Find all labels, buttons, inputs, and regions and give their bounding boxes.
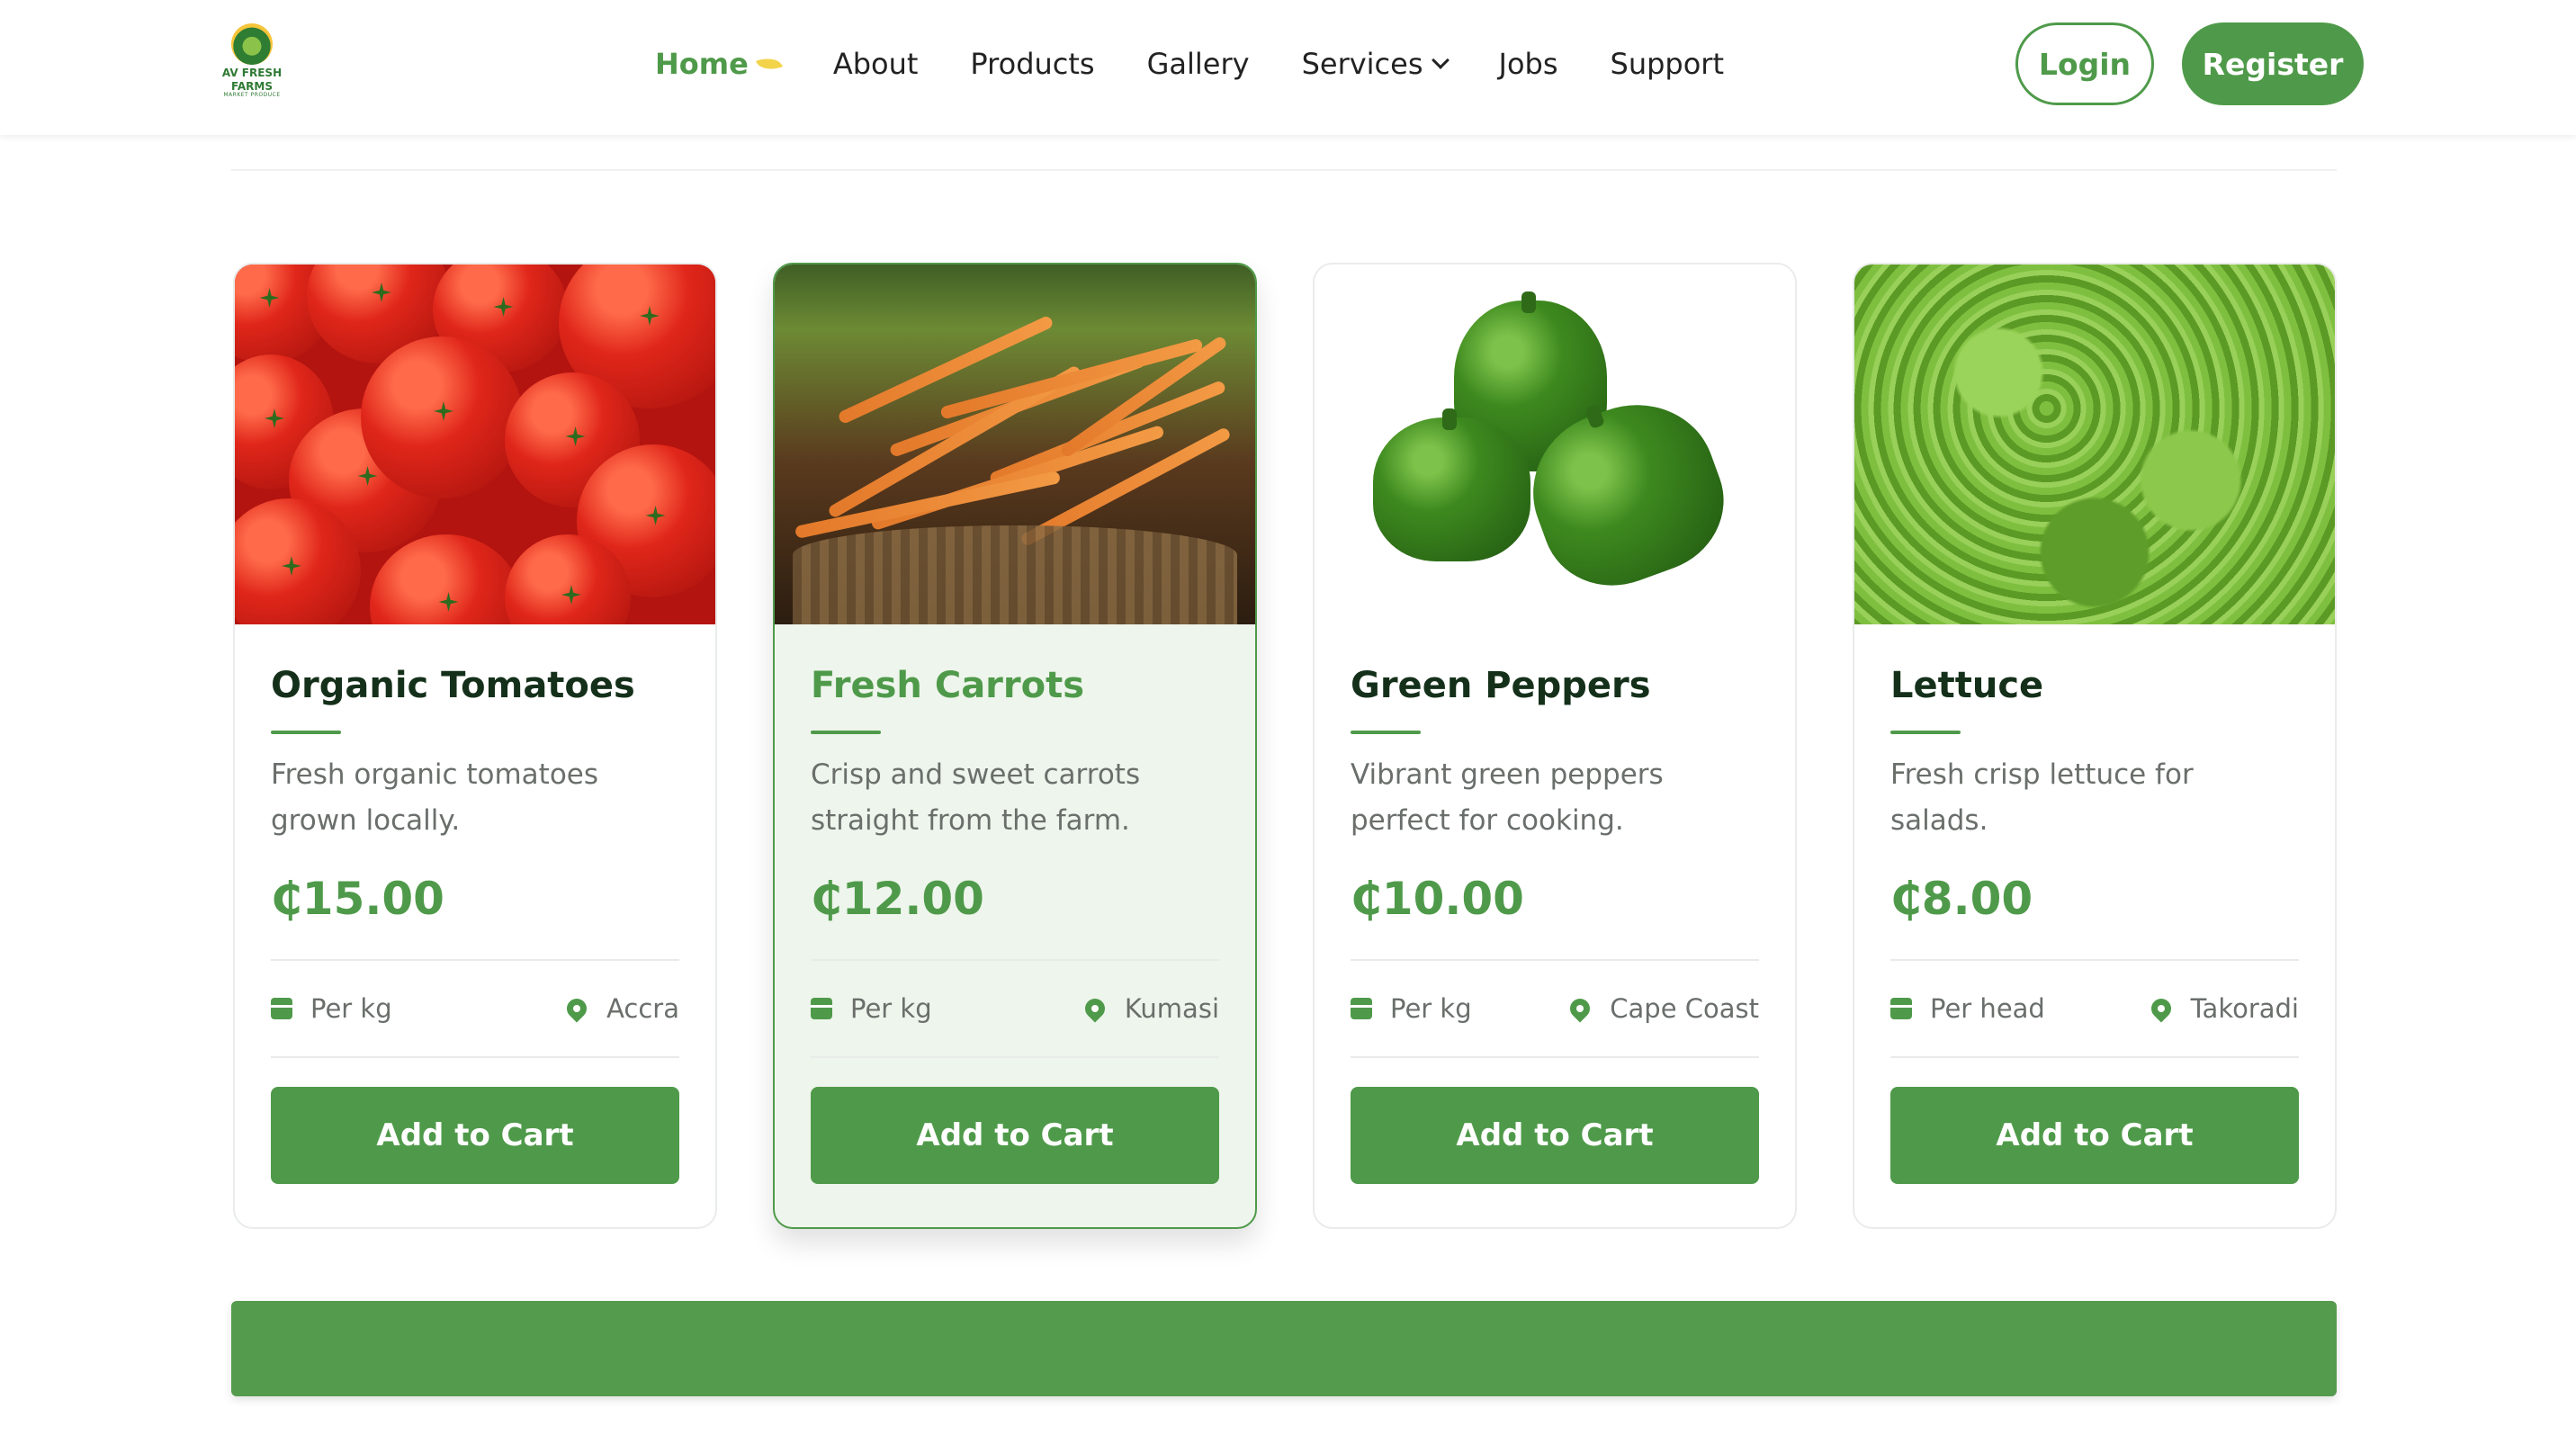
calendar-icon bbox=[271, 998, 292, 1019]
product-title: Organic Tomatoes bbox=[271, 665, 635, 706]
product-unit: Per head bbox=[1930, 993, 2045, 1024]
chevron-down-icon bbox=[1431, 51, 1450, 69]
product-price: ₵12.00 bbox=[811, 873, 984, 925]
product-description: Fresh organic tomatoes grown locally. bbox=[271, 758, 599, 837]
product-image-peppers bbox=[1315, 265, 1795, 624]
product-location: Kumasi bbox=[1124, 993, 1219, 1024]
title-underline bbox=[1351, 731, 1421, 734]
calendar-icon bbox=[1890, 998, 1912, 1019]
add-to-cart-button[interactable]: Add to Cart bbox=[811, 1087, 1219, 1184]
title-underline bbox=[271, 731, 341, 734]
logo-emblem-icon bbox=[231, 23, 273, 65]
product-description: Crisp and sweet carrots straight from th… bbox=[811, 758, 1141, 837]
nav-jobs[interactable]: Jobs bbox=[1499, 47, 1558, 81]
product-description: Vibrant green peppers perfect for cookin… bbox=[1351, 758, 1664, 837]
brand-logo[interactable]: AV FRESH FARMS MARKET PRODUCE bbox=[216, 23, 288, 101]
product-card-tomatoes[interactable]: Organic Tomatoes Fresh organic tomatoes … bbox=[233, 263, 717, 1229]
product-image-tomatoes bbox=[235, 265, 715, 624]
nav-support[interactable]: Support bbox=[1611, 47, 1725, 81]
product-meta: Per kg Cape Coast bbox=[1351, 959, 1759, 1058]
nav-services-label: Services bbox=[1301, 47, 1423, 81]
product-meta: Per kg Kumasi bbox=[811, 959, 1219, 1058]
calendar-icon bbox=[811, 998, 832, 1019]
product-card-peppers[interactable]: Green Peppers Vibrant green peppers perf… bbox=[1313, 263, 1797, 1229]
nav-home[interactable]: Home bbox=[655, 47, 783, 81]
register-button[interactable]: Register bbox=[2182, 22, 2364, 105]
site-header: AV FRESH FARMS MARKET PRODUCE Home About… bbox=[0, 0, 2576, 135]
add-to-cart-button[interactable]: Add to Cart bbox=[1351, 1087, 1759, 1184]
logo-line-1: AV FRESH bbox=[221, 67, 283, 79]
product-price: ₵8.00 bbox=[1890, 873, 2033, 925]
location-pin-icon bbox=[1566, 994, 1594, 1023]
login-button[interactable]: Login bbox=[2015, 22, 2154, 105]
product-description: Fresh crisp lettuce for salads. bbox=[1890, 758, 2194, 837]
product-meta: Per kg Accra bbox=[271, 959, 679, 1058]
title-underline bbox=[811, 731, 881, 734]
logo-line-2: FARMS bbox=[231, 80, 273, 93]
product-unit: Per kg bbox=[310, 993, 392, 1024]
section-divider bbox=[231, 169, 2337, 171]
location-pin-icon bbox=[562, 994, 591, 1023]
product-location: Accra bbox=[606, 993, 679, 1024]
add-to-cart-button[interactable]: Add to Cart bbox=[1890, 1087, 2299, 1184]
product-unit: Per kg bbox=[850, 993, 932, 1024]
product-card-carrots[interactable]: Fresh Carrots Crisp and sweet carrots st… bbox=[773, 263, 1257, 1229]
nav-services[interactable]: Services bbox=[1301, 47, 1450, 81]
product-location: Takoradi bbox=[2190, 993, 2299, 1024]
product-price: ₵15.00 bbox=[271, 873, 444, 925]
product-price: ₵10.00 bbox=[1351, 873, 1524, 925]
nav-about[interactable]: About bbox=[833, 47, 919, 81]
leaf-icon bbox=[755, 53, 783, 75]
product-image-carrots bbox=[775, 265, 1255, 624]
product-title: Fresh Carrots bbox=[811, 665, 1085, 706]
product-location: Cape Coast bbox=[1610, 993, 1759, 1024]
bottom-banner bbox=[231, 1301, 2337, 1396]
nav-products[interactable]: Products bbox=[970, 47, 1094, 81]
product-image-lettuce bbox=[1854, 265, 2335, 624]
product-card-lettuce[interactable]: Lettuce Fresh crisp lettuce for salads. … bbox=[1853, 263, 2337, 1229]
product-meta: Per head Takoradi bbox=[1890, 959, 2299, 1058]
nav-home-label: Home bbox=[655, 47, 749, 81]
nav-gallery[interactable]: Gallery bbox=[1147, 47, 1250, 81]
product-unit: Per kg bbox=[1390, 993, 1472, 1024]
logo-subtitle: MARKET PRODUCE bbox=[223, 92, 281, 98]
location-pin-icon bbox=[2147, 994, 2176, 1023]
location-pin-icon bbox=[1081, 994, 1109, 1023]
title-underline bbox=[1890, 731, 1961, 734]
add-to-cart-button[interactable]: Add to Cart bbox=[271, 1087, 679, 1184]
product-title: Lettuce bbox=[1890, 665, 2044, 706]
product-title: Green Peppers bbox=[1351, 665, 1651, 706]
main-nav: Home About Products Gallery Services Job… bbox=[655, 41, 1776, 86]
calendar-icon bbox=[1351, 998, 1372, 1019]
